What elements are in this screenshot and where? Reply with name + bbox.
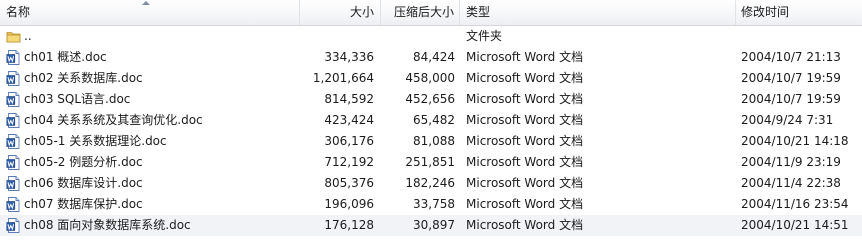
word-doc-icon [6,113,21,128]
file-row[interactable]: ch04 关系系统及其查询优化.doc 423,424 65,482 Microsof… [0,110,862,131]
file-size: 423,424 [324,113,374,127]
file-name-cell: ch05-2 例题分析.doc [4,152,294,173]
word-doc-icon [6,176,21,191]
file-size: 805,376 [324,176,374,190]
file-compressed-size: 30,897 [413,218,455,232]
file-modified-date: 2004/11/9 23:19 [741,155,841,169]
file-size: 712,192 [324,155,374,169]
file-name: ch03 SQL语言.doc [24,92,131,106]
file-list: .. 文件夹 ch01 概述.doc 334,336 84,424 Microsoft W… [0,26,862,236]
file-type: 文件夹 [466,29,503,43]
file-type: Microsoft Word 文档 [466,155,584,169]
word-doc-icon [6,92,21,107]
word-doc-icon [6,197,21,212]
file-compressed-size: 65,482 [413,113,455,127]
file-size: 814,592 [324,92,374,106]
parent-folder-row[interactable]: .. 文件夹 [0,26,862,47]
file-type: Microsoft Word 文档 [466,50,584,64]
file-compressed-size: 81,088 [413,134,455,148]
file-compressed-size: 84,424 [413,50,455,64]
file-row[interactable]: ch05-1 关系数据理论.doc 306,176 81,088 Microsoft … [0,131,862,152]
file-row[interactable]: ch05-2 例题分析.doc 712,192 251,851 Microsoft W… [0,152,862,173]
file-modified-date: 2004/10/7 19:59 [741,92,841,106]
column-header-type-label: 类型 [466,5,491,19]
file-compressed-size: 251,851 [405,155,455,169]
file-type: Microsoft Word 文档 [466,92,584,106]
file-size: 1,201,664 [312,71,374,85]
file-compressed-size: 33,758 [413,197,455,211]
file-row[interactable]: ch07 数据库保护.doc 196,096 33,758 Microsoft Wor… [0,194,862,215]
word-doc-icon [6,155,21,170]
file-row[interactable]: ch01 概述.doc 334,336 84,424 Microsoft Word 文… [0,47,862,68]
file-name-cell: ch03 SQL语言.doc [4,89,294,110]
file-name: ch07 数据库保护.doc [24,197,143,211]
column-header-compressed-size-label: 压缩后大小 [393,5,454,19]
file-modified-date: 2004/11/16 23:54 [741,197,849,211]
column-header-compressed-size[interactable]: 压缩后大小 [381,0,460,25]
folder-icon [6,29,21,44]
file-size: 176,128 [324,218,374,232]
file-name: ch05-1 关系数据理论.doc [24,134,167,148]
file-type: Microsoft Word 文档 [466,176,584,190]
column-header-name-label: 名称 [6,5,31,19]
column-header-size[interactable]: 大小 [300,0,381,25]
file-name-cell: ch08 面向对象数据库系统.doc [4,215,294,236]
word-doc-icon [6,134,21,149]
file-type: Microsoft Word 文档 [466,134,584,148]
column-header-size-label: 大小 [349,5,374,19]
word-doc-icon [6,71,21,86]
file-name: ch08 面向对象数据库系统.doc [24,218,191,232]
column-header-name[interactable]: 名称 [0,0,300,25]
file-type: Microsoft Word 文档 [466,218,584,232]
file-name-cell: ch02 关系数据库.doc [4,68,294,89]
file-modified-date: 2004/9/24 7:31 [741,113,834,127]
file-name: ch04 关系系统及其查询优化.doc [24,113,203,127]
file-size: 196,096 [324,197,374,211]
file-name: .. [24,29,32,43]
file-compressed-size: 182,246 [405,176,455,190]
file-name-cell: ch06 数据库设计.doc [4,173,294,194]
column-header-bar: 名称 大小 压缩后大小 类型 修改时间 [0,0,862,26]
file-type: Microsoft Word 文档 [466,113,584,127]
file-row[interactable]: ch06 数据库设计.doc 805,376 182,246 Microsoft Wo… [0,173,862,194]
sort-ascending-icon [142,1,150,5]
file-compressed-size [382,26,455,47]
file-modified-date: 2004/11/4 22:38 [741,176,841,190]
file-type: Microsoft Word 文档 [466,71,584,85]
file-name: ch02 关系数据库.doc [24,71,143,85]
file-size [300,26,374,47]
file-compressed-size: 452,656 [405,92,455,106]
file-name-cell: ch01 概述.doc [4,47,294,68]
file-name: ch01 概述.doc [24,50,107,64]
file-modified-date: 2004/10/21 14:18 [741,134,849,148]
file-size: 306,176 [324,134,374,148]
file-name: ch05-2 例题分析.doc [24,155,143,169]
file-name: ch06 数据库设计.doc [24,176,143,190]
file-name-cell: ch07 数据库保护.doc [4,194,294,215]
file-modified-date [741,26,861,47]
word-doc-icon [6,218,21,233]
column-header-modified-label: 修改时间 [741,5,790,19]
file-name-cell: .. [4,26,294,47]
file-modified-date: 2004/10/7 21:13 [741,50,841,64]
file-modified-date: 2004/10/21 14:51 [741,218,849,232]
file-name-cell: ch05-1 关系数据理论.doc [4,131,294,152]
file-modified-date: 2004/10/7 19:59 [741,71,841,85]
file-row[interactable]: ch08 面向对象数据库系统.doc 176,128 30,897 Microsoft… [0,215,862,236]
file-type: Microsoft Word 文档 [466,197,584,211]
file-compressed-size: 458,000 [405,71,455,85]
word-doc-icon [6,50,21,65]
file-size: 334,336 [324,50,374,64]
file-row[interactable]: ch03 SQL语言.doc 814,592 452,656 Microsoft Wo… [0,89,862,110]
column-header-modified[interactable]: 修改时间 [736,0,862,25]
file-name-cell: ch04 关系系统及其查询优化.doc [4,110,294,131]
file-row[interactable]: ch02 关系数据库.doc 1,201,664 458,000 Microsoft … [0,68,862,89]
column-header-type[interactable]: 类型 [460,0,736,25]
